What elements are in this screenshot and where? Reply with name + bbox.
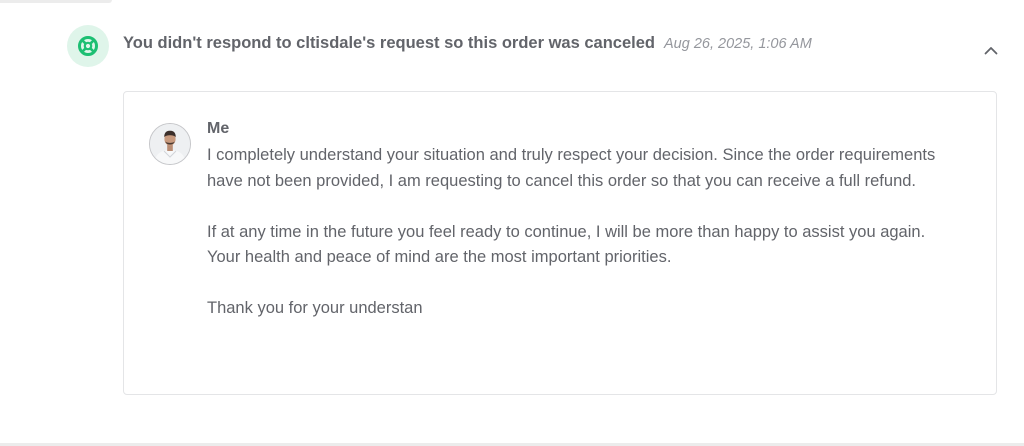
lifebuoy-icon	[67, 25, 109, 67]
event-header: You didn't respond to cltisdale's reques…	[123, 34, 812, 56]
message-paragraph: Thank you for your understan	[207, 299, 423, 317]
message-body: I completely understand your situation a…	[207, 143, 947, 322]
chevron-up-icon[interactable]	[984, 46, 998, 55]
event-title: You didn't respond to cltisdale's reques…	[123, 34, 655, 52]
message-paragraph: If at any time in the future you feel re…	[207, 222, 926, 267]
previous-item-divider	[0, 0, 112, 3]
collapse-toggle[interactable]	[981, 40, 1001, 60]
event-timestamp: Aug 26, 2025, 1:06 AM	[664, 36, 812, 52]
message-paragraph: I completely understand your situation a…	[207, 146, 936, 190]
user-avatar[interactable]	[149, 123, 191, 165]
message-card: Me I completely understand your situatio…	[123, 91, 997, 395]
sender-name: Me	[207, 120, 230, 137]
